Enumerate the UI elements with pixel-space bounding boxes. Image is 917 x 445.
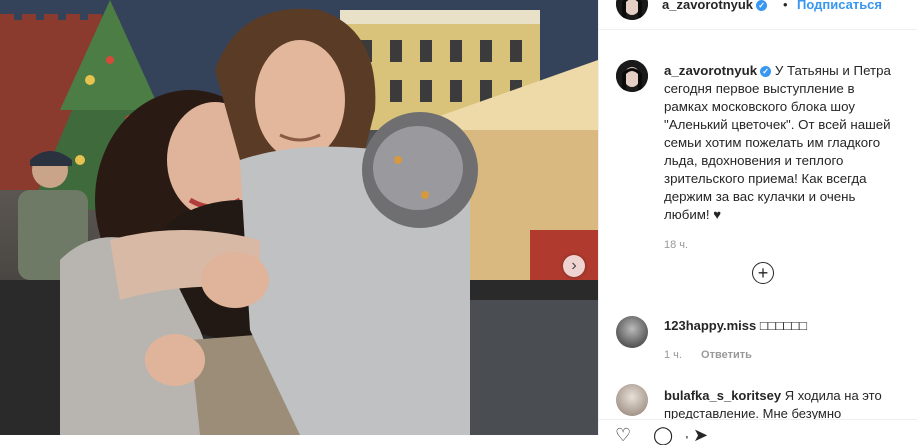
separator-dot: • — [783, 0, 788, 12]
post-details-panel: a_zavorotnyuk ✓ • Подписаться a_zavorotny… — [598, 0, 917, 444]
post-caption: a_zavorotnyuk ✓ У Татьяны и Петра сегодня… — [664, 62, 899, 224]
comment-avatar[interactable] — [616, 384, 648, 416]
comment-avatar[interactable] — [616, 316, 648, 348]
caption-author-avatar[interactable] — [616, 60, 648, 92]
post-actions-bar: ♡ ◯ ➤ — [599, 419, 917, 444]
author-avatar[interactable] — [616, 0, 648, 20]
comment-username[interactable]: bulafka_s_koritsey — [664, 388, 781, 403]
follow-button[interactable]: Подписаться — [797, 0, 882, 12]
comment-timestamp[interactable]: 1 ч. — [664, 349, 682, 361]
comment-icon[interactable]: ◯ — [653, 426, 673, 444]
post-header: a_zavorotnyuk ✓ • Подписаться — [599, 0, 917, 30]
comment-text: □□□□□□ — [759, 318, 808, 333]
share-icon[interactable]: ➤ — [693, 426, 708, 444]
caption-username[interactable]: a_zavorotnyuk ✓ — [664, 63, 772, 78]
chevron-right-icon: › — [571, 257, 577, 274]
reply-button[interactable]: Ответить — [701, 349, 752, 361]
caption-text: У Татьяны и Петра сегодня первое выступл… — [664, 63, 891, 222]
heart-icon[interactable]: ♡ — [615, 426, 631, 444]
load-more-comments-button[interactable]: + — [752, 262, 774, 284]
comment-item: 123happy.miss □□□□□□ — [664, 318, 807, 333]
comment-meta: 1 ч. Ответить — [664, 349, 768, 361]
next-photo-button[interactable]: › — [563, 255, 585, 277]
plus-circle-icon: + — [757, 263, 769, 283]
author-username[interactable]: a_zavorotnyuk ✓ — [662, 0, 768, 12]
verified-badge-icon: ✓ — [760, 66, 772, 77]
post-timestamp[interactable]: 18 ч. — [664, 239, 688, 251]
post-photo[interactable]: › — [0, 0, 598, 435]
verified-badge-icon: ✓ — [756, 0, 768, 11]
photo-illustration — [0, 0, 598, 435]
comment-username[interactable]: 123happy.miss — [664, 318, 756, 333]
